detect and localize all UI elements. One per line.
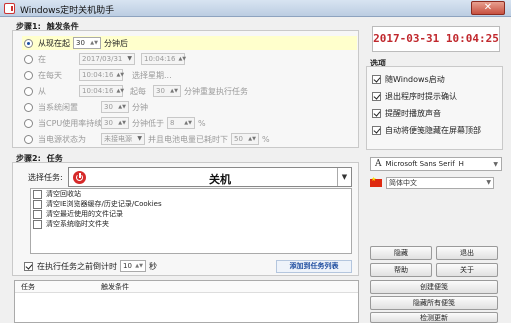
column-trigger[interactable]: 触发条件 xyxy=(95,282,129,292)
countdown-label: 在执行任务之前倒计时 xyxy=(37,261,117,271)
task-checkbox[interactable] xyxy=(33,189,42,199)
task-table: 任务 触发条件 xyxy=(14,280,359,323)
radio-from-now[interactable] xyxy=(24,38,33,48)
time-input[interactable]: 10:04:16 ▲▼ xyxy=(79,85,124,97)
minutes-input[interactable]: 30 ▲▼ xyxy=(73,37,101,49)
option-play-sound[interactable]: 提醒时播放声音 xyxy=(372,106,441,120)
power-state-select[interactable]: 未接电源 ▼ xyxy=(101,133,145,145)
choose-weekdays-link[interactable]: 选择星期... xyxy=(132,70,172,81)
checkbox-label: 随Windows启动 xyxy=(385,74,445,84)
task-checkbox[interactable] xyxy=(33,199,42,209)
option-suffix: 分钟后 xyxy=(104,38,128,48)
chevron-down-icon: ▼ xyxy=(493,160,498,168)
language-row: 简体中文▼ xyxy=(370,176,496,190)
countdown-unit: 秒 xyxy=(149,261,157,271)
title-bar: Windows定时关机助手 ✕ xyxy=(0,0,511,17)
column-task[interactable]: 任务 xyxy=(15,282,95,292)
font-name: Microsoft Sans Serif xyxy=(385,160,455,168)
hide-all-notes-button[interactable]: 隐藏所有便笺 xyxy=(370,296,498,310)
time-input[interactable]: 10:04:16 ▲▼ xyxy=(79,69,124,81)
about-button[interactable]: 关于 xyxy=(436,263,498,277)
checkbox-play-sound[interactable] xyxy=(372,108,381,118)
option-idle[interactable]: 当系统闲置 30 ▲▼ 分钟 xyxy=(24,100,148,114)
table-header: 任务 触发条件 xyxy=(15,281,358,293)
interval-input[interactable]: 30 ▲▼ xyxy=(153,85,181,97)
option-repeat[interactable]: 从 10:04:16 ▲▼ 起每 30 ▲▼ 分钟重复执行任务 xyxy=(24,84,248,98)
option-label: 从现在起 xyxy=(38,38,70,48)
task-checkbox[interactable] xyxy=(33,219,42,229)
task-dropdown-list: 清空回收站 清空IE浏览器缓存/历史记录/Cookies 清空最近使用的文件记录… xyxy=(30,188,352,254)
countdown-checkbox[interactable] xyxy=(24,261,33,271)
option-confirm-exit[interactable]: 退出程序时提示确认 xyxy=(372,89,457,103)
chevron-down-icon: ▼ xyxy=(486,179,491,186)
option-mid-text: 起每 xyxy=(130,86,146,96)
checkbox-label: 退出程序时提示确认 xyxy=(385,91,457,101)
option-from-now[interactable]: 从现在起 30 ▲▼ 分钟后 xyxy=(22,36,357,50)
language-select[interactable]: 简体中文 ▼ xyxy=(386,177,494,189)
option-label: 当系统闲置 xyxy=(38,102,78,112)
chevron-down-icon[interactable]: ▼ xyxy=(337,168,351,186)
current-time-display: 2017-03-31 10:04:25 xyxy=(372,26,500,52)
option-cpu[interactable]: 当CPU使用率持续 30 ▲▼ 分钟低于 8 ▲▼ % xyxy=(24,116,206,130)
time-input[interactable]: 10:04:16 ▲▼ xyxy=(141,53,186,65)
radio-repeat[interactable] xyxy=(24,86,33,96)
list-item[interactable]: 清空回收站 xyxy=(31,189,351,199)
idle-minutes-input[interactable]: 30 ▲▼ xyxy=(101,101,129,113)
select-task-label: 选择任务: xyxy=(28,172,63,182)
date-picker[interactable]: 2017/03/31 ▼ xyxy=(79,53,135,65)
countdown-input[interactable]: 10 ▲▼ xyxy=(120,260,146,272)
list-item[interactable]: 清空系统临时文件夹 xyxy=(31,219,351,229)
create-note-button[interactable]: 创建便笺 xyxy=(370,280,498,294)
radio-power[interactable] xyxy=(24,134,33,144)
selected-task: 关机 xyxy=(209,173,231,186)
checkbox-label: 提醒时播放声音 xyxy=(385,108,441,118)
option-label: 在每天 xyxy=(38,70,62,80)
china-flag-icon xyxy=(370,176,382,187)
exit-button[interactable]: 退出 xyxy=(436,246,498,260)
option-mid-text: 并且电池电量已耗时下 xyxy=(148,134,228,144)
option-label: 当电源状态为 xyxy=(38,134,86,144)
checkbox-start-with-windows[interactable] xyxy=(372,74,381,84)
cpu-minutes-input[interactable]: 30 ▲▼ xyxy=(101,117,129,129)
add-to-task-list-button[interactable]: 添加到任务列表 xyxy=(276,260,352,273)
option-label: 当CPU使用率持续 xyxy=(38,118,103,128)
close-button[interactable]: ✕ xyxy=(471,1,505,15)
list-item[interactable]: 清空最近使用的文件记录 xyxy=(31,209,351,219)
option-suffix: % xyxy=(262,134,270,144)
font-icon: A xyxy=(375,159,382,169)
option-label: 在 xyxy=(38,54,46,64)
hide-button[interactable]: 隐藏 xyxy=(370,246,432,260)
option-label: 从 xyxy=(38,86,46,96)
app-power-icon xyxy=(4,3,15,14)
option-start-with-windows[interactable]: 随Windows启动 xyxy=(372,72,445,86)
help-button[interactable]: 帮助 xyxy=(370,263,432,277)
checkbox-hide-notes[interactable] xyxy=(372,125,381,135)
option-daily[interactable]: 在每天 10:04:16 ▲▼ 选择星期... xyxy=(24,68,172,82)
cpu-percent-input[interactable]: 8 ▲▼ xyxy=(167,117,195,129)
option-power[interactable]: 当电源状态为 未接电源 ▼ 并且电池电量已耗时下 50 ▲▼ % xyxy=(24,132,270,146)
radio-idle[interactable] xyxy=(24,102,33,112)
option-at-date[interactable]: 在 2017/03/31 ▼ 10:04:16 ▲▼ xyxy=(24,52,188,66)
option-mid-text: 分钟低于 xyxy=(132,118,164,128)
font-select[interactable]: A Microsoft Sans Serif H ▼ xyxy=(370,157,502,171)
option-suffix: % xyxy=(198,118,206,128)
checkbox-label: 自动将便笺隐藏在屏幕顶部 xyxy=(385,125,481,135)
option-suffix: 分钟重复执行任务 xyxy=(184,86,248,96)
option-hide-notes[interactable]: 自动将便笺隐藏在屏幕顶部 xyxy=(372,123,481,137)
task-select[interactable]: 关机 ▼ xyxy=(68,167,352,187)
option-suffix: 分钟 xyxy=(132,102,148,112)
countdown-row: 在执行任务之前倒计时 10 ▲▼ 秒 xyxy=(24,259,157,273)
check-update-button[interactable]: 检测更新 xyxy=(370,312,498,323)
radio-at-date[interactable] xyxy=(24,54,33,64)
font-size: H xyxy=(458,160,464,168)
power-icon xyxy=(73,171,86,184)
task-checkbox[interactable] xyxy=(33,209,42,219)
list-item[interactable]: 清空IE浏览器缓存/历史记录/Cookies xyxy=(31,199,351,209)
checkbox-confirm-exit[interactable] xyxy=(372,91,381,101)
radio-daily[interactable] xyxy=(24,70,33,80)
radio-cpu[interactable] xyxy=(24,118,33,128)
window-title: Windows定时关机助手 xyxy=(20,6,115,16)
battery-percent-input[interactable]: 50 ▲▼ xyxy=(231,133,259,145)
